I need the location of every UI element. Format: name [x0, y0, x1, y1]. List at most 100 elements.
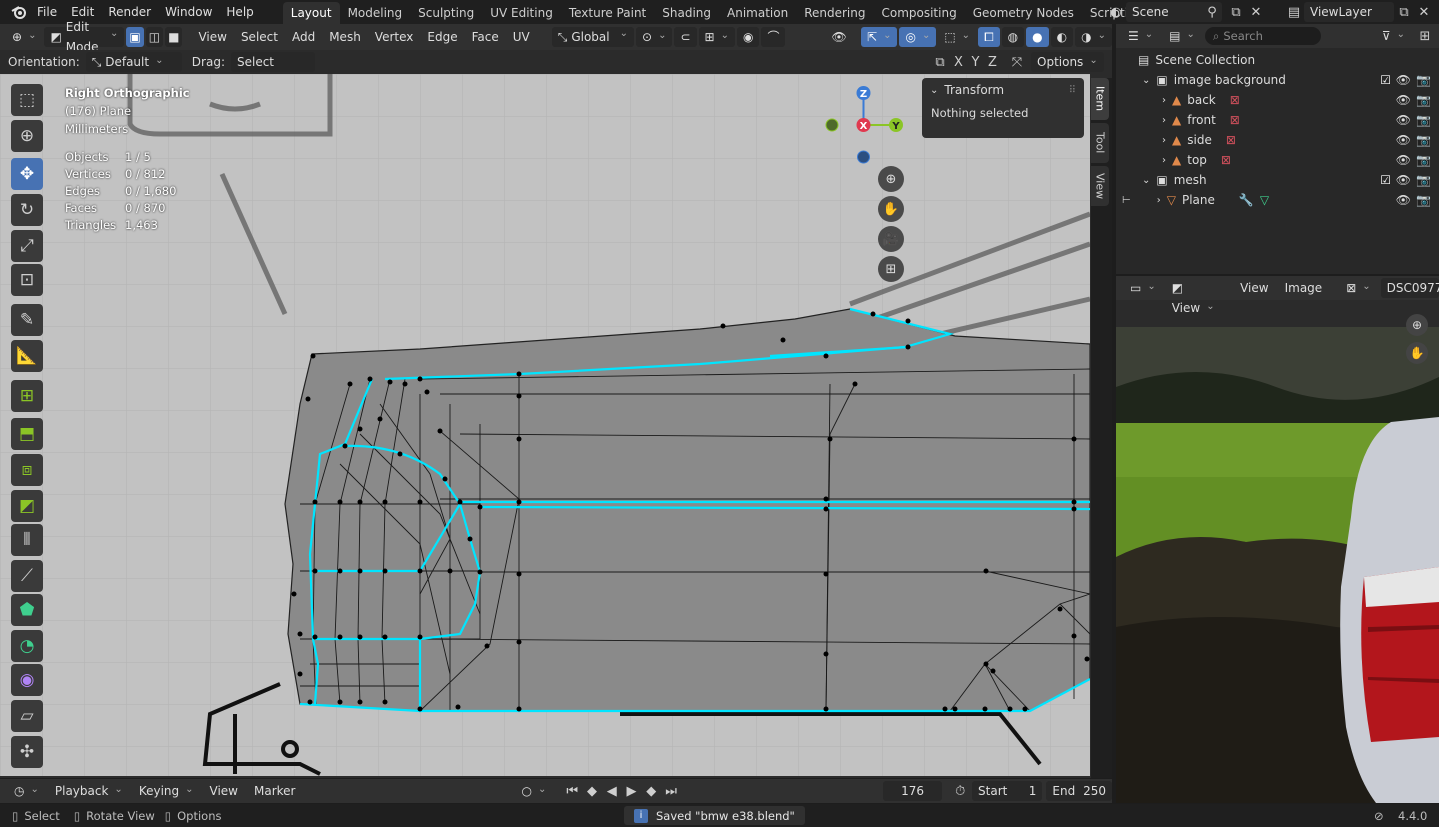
camera-icon[interactable]: 📷 — [1416, 173, 1431, 187]
new-view-layer-icon[interactable]: ⧉ — [1394, 2, 1414, 22]
outliner-search[interactable]: ⌕ Search — [1204, 27, 1321, 45]
proportional-edit-toggle[interactable]: ◉ — [736, 27, 760, 47]
camera-icon[interactable]: 📷 — [1416, 153, 1431, 167]
stopwatch-icon[interactable]: ⏱ — [952, 781, 968, 801]
exclude-checkbox[interactable]: ☑ — [1380, 73, 1391, 87]
delete-scene-icon[interactable]: ✕ — [1246, 2, 1266, 22]
expand-chevron-icon[interactable]: ⌄ — [1142, 75, 1150, 86]
view-layer-selector[interactable]: ▤ ViewLayer ⧉ ✕ — [1284, 2, 1434, 22]
mirror-y-button[interactable]: Y — [967, 52, 984, 72]
zoom-icon[interactable]: ⊕ — [878, 166, 904, 192]
expand-chevron-icon[interactable]: › — [1162, 135, 1166, 146]
tab-geometry-nodes[interactable]: Geometry Nodes — [965, 2, 1082, 24]
tab-layout[interactable]: Layout — [282, 1, 340, 24]
tree-collection-image-background[interactable]: ⌄ ▣ image background ☑ 👁 📷 — [1116, 70, 1439, 90]
menu-help[interactable]: Help — [219, 0, 260, 24]
falloff-dropdown[interactable]: ⌒ — [761, 27, 786, 47]
tab-uv-editing[interactable]: UV Editing — [482, 2, 561, 24]
tab-compositing[interactable]: Compositing — [873, 2, 964, 24]
menu-edge[interactable]: Edge — [421, 27, 463, 47]
face-select-mode-button[interactable]: ■ — [165, 27, 183, 47]
vertex-select-mode-button[interactable]: ▣ — [126, 27, 144, 47]
tab-shading[interactable]: Shading — [654, 2, 719, 24]
menu-add[interactable]: Add — [286, 27, 321, 47]
menu-view[interactable]: View — [192, 27, 232, 47]
camera-icon[interactable]: 📷 — [1416, 133, 1431, 147]
eye-icon[interactable]: 👁 — [1396, 93, 1411, 107]
pin-icon[interactable]: ⚲ — [1202, 2, 1222, 22]
menu-marker[interactable]: Marker — [248, 781, 301, 801]
options-dropdown[interactable]: Options — [1031, 52, 1104, 72]
start-frame-field[interactable]: Start 1 — [972, 781, 1043, 801]
material-shading-button[interactable]: ◐ — [1050, 27, 1074, 47]
bevel-tool[interactable]: ◩ — [11, 490, 43, 522]
status-message[interactable]: i Saved "bmw e38.blend" — [624, 806, 805, 825]
navigation-gizmo[interactable]: Z Y X — [818, 82, 913, 177]
scale-tool[interactable]: ⤢ — [11, 230, 43, 262]
camera-view-icon[interactable]: 🎥 — [878, 226, 904, 252]
eye-icon[interactable]: 👁 — [1396, 73, 1411, 87]
menu-playback[interactable]: Playback — [49, 781, 129, 801]
tree-item-back[interactable]: › ▲ back ⊠ 👁 📷 — [1116, 90, 1439, 110]
tab-animation[interactable]: Animation — [719, 2, 796, 24]
menu-render[interactable]: Render — [101, 0, 158, 24]
gizmo-neg-z-axis[interactable] — [857, 150, 870, 164]
image-name-field[interactable]: DSC09776.j — [1380, 278, 1439, 298]
play-reverse-icon[interactable]: ◀ — [604, 781, 620, 801]
overlay-toggle[interactable]: ◎ — [899, 27, 937, 47]
image-pan-icon[interactable]: ✋ — [1406, 342, 1428, 364]
camera-icon[interactable]: 📷 — [1416, 193, 1431, 207]
editor-type-dropdown[interactable]: ⊕ — [6, 27, 42, 47]
new-scene-icon[interactable]: ⧉ — [1226, 2, 1246, 22]
tab-sculpting[interactable]: Sculpting — [410, 2, 482, 24]
snap-toggle[interactable]: ⊂ — [674, 27, 697, 47]
end-frame-field[interactable]: End 250 — [1046, 781, 1112, 801]
jump-start-icon[interactable]: ⏮ — [564, 781, 580, 801]
current-frame-field[interactable]: 176 — [882, 781, 943, 801]
blender-logo-icon[interactable] — [8, 2, 30, 22]
gizmo-neg-y-axis[interactable] — [825, 118, 839, 132]
expand-chevron-icon[interactable]: ⌄ — [1142, 175, 1150, 186]
inset-tool[interactable]: ⧈ — [11, 454, 43, 486]
tab-tool[interactable]: Tool — [1091, 123, 1109, 163]
tree-scene-collection[interactable]: ▤ Scene Collection — [1116, 50, 1439, 70]
transform-tool[interactable]: ⊡ — [11, 264, 43, 296]
rotate-tool[interactable]: ↻ — [11, 194, 43, 226]
transform-orientation-dropdown[interactable]: ⤡ Global — [551, 27, 634, 47]
outliner-editor-type[interactable]: ☰ — [1122, 26, 1159, 46]
expand-chevron-icon[interactable]: › — [1162, 95, 1166, 106]
extrude-tool[interactable]: ⬒ — [11, 418, 43, 450]
tab-item[interactable]: Item — [1091, 78, 1109, 120]
spin-tool[interactable]: ◔ — [11, 630, 43, 662]
scene-selector[interactable]: ◐ Scene ⚲ ⧉ ✕ — [1106, 2, 1266, 22]
menu-select[interactable]: Select — [235, 27, 284, 47]
visibility-dropdown[interactable]: 👁 — [825, 27, 859, 47]
shear-tool[interactable]: ▱ — [11, 700, 43, 732]
pivot-point-dropdown[interactable]: ⊙ — [636, 27, 673, 47]
tree-item-side[interactable]: › ▲ side ⊠ 👁 📷 — [1116, 130, 1439, 150]
tab-rendering[interactable]: Rendering — [796, 2, 873, 24]
annotate-tool[interactable]: ✎ — [11, 304, 43, 336]
tab-view[interactable]: View — [1091, 166, 1109, 206]
menu-window[interactable]: Window — [158, 0, 219, 24]
ortho-grid-icon[interactable]: ⊞ — [878, 256, 904, 282]
tree-item-plane[interactable]: ⊢ › ▽ Plane 🔧 ▽ 👁 📷 — [1116, 190, 1439, 210]
display-mode-dropdown[interactable]: ▤ — [1163, 26, 1201, 46]
eye-icon[interactable]: 👁 — [1396, 193, 1411, 207]
wireframe-shading-button[interactable]: ◍ — [1001, 27, 1025, 47]
loop-cut-tool[interactable]: ⫴ — [11, 524, 43, 556]
mode-dropdown[interactable]: ◩ Edit Mode — [44, 20, 125, 54]
new-collection-icon[interactable]: ⊞ — [1415, 26, 1435, 46]
pan-hand-icon[interactable]: ✋ — [878, 196, 904, 222]
timeline-editor-type[interactable]: ◷ — [8, 781, 45, 801]
expand-chevron-icon[interactable]: › — [1162, 115, 1166, 126]
auto-merge-icon[interactable]: ⤧ — [1007, 52, 1027, 72]
snap-target-dropdown[interactable]: ⊞ — [698, 27, 735, 47]
tab-modeling[interactable]: Modeling — [340, 2, 411, 24]
delete-view-layer-icon[interactable]: ✕ — [1414, 2, 1434, 22]
camera-icon[interactable]: 📷 — [1416, 93, 1431, 107]
menu-view[interactable]: View — [204, 781, 244, 801]
image-editor-type[interactable]: ▭ — [1124, 278, 1162, 298]
mirror-icon[interactable]: ⧉ — [930, 52, 950, 72]
auto-keying-toggle[interactable]: ○ — [515, 781, 552, 801]
